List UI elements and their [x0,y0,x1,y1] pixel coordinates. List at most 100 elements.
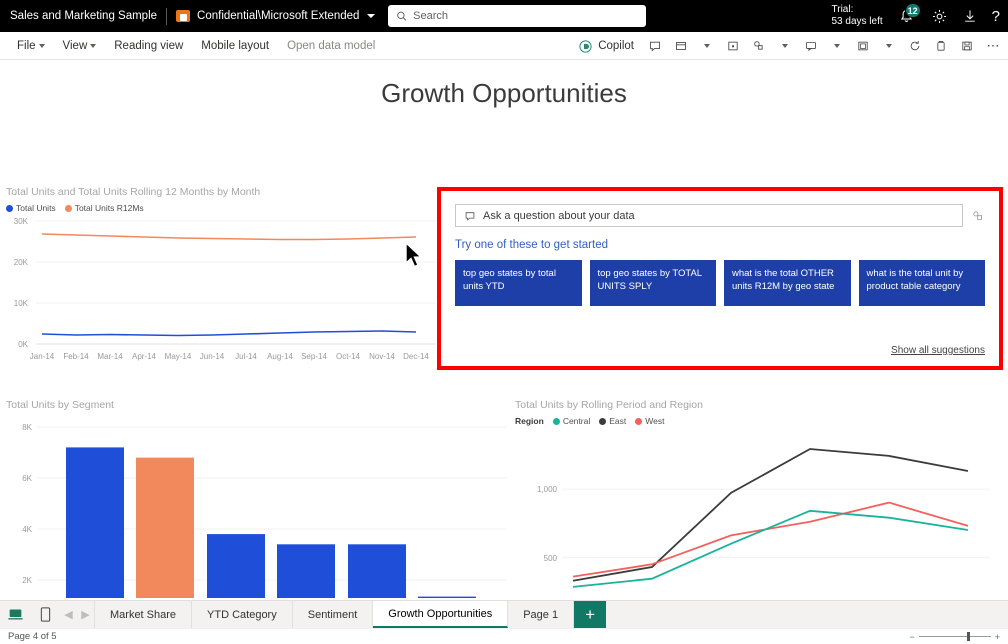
settings-button[interactable] [931,8,948,25]
chat-in-teams-button[interactable] [798,34,824,58]
zoom-control[interactable]: − + [909,629,1000,644]
command-bar-right: Copilot [570,32,1008,60]
subscribe-button[interactable] [850,34,876,58]
show-all-suggestions-link[interactable]: Show all suggestions [891,345,985,356]
menu-view[interactable]: View [54,34,106,58]
share-chevron[interactable] [772,34,798,58]
search-input[interactable] [413,10,638,22]
qna-placeholder: Ask a question about your data [483,210,635,222]
visual-total-units-rolling[interactable]: Total Units and Total Units Rolling 12 M… [6,186,438,376]
svg-text:Apr-14: Apr-14 [132,352,157,361]
zoom-out-button[interactable]: − [909,632,914,642]
qna-suggestion-2[interactable]: top geo states by TOTAL UNITS SPLY [590,260,717,306]
svg-text:2K: 2K [22,576,32,585]
tab-page-1[interactable]: Page 1 [508,601,574,628]
legend-title: Region [515,416,544,426]
svg-text:20K: 20K [14,258,29,267]
table-view-button[interactable] [668,34,694,58]
bar-youth[interactable] [348,544,406,598]
visual-title: Total Units by Segment [6,399,511,411]
more-options-button[interactable]: ⋯ [980,34,1006,58]
visual-title: Total Units and Total Units Rolling 12 M… [6,186,438,198]
qna-suggestion-4[interactable]: what is the total unit by product table … [859,260,986,306]
bar-regular[interactable] [418,597,476,598]
qna-question-input[interactable]: Ask a question about your data [455,204,963,227]
series-line-central [573,511,968,587]
y-axis: 1,000 500 [537,485,989,563]
mobile-layout-button[interactable] [30,601,60,628]
zoom-slider-thumb[interactable] [967,632,970,641]
help-button[interactable]: ? [992,8,1000,25]
search-box[interactable] [388,5,646,27]
more-icon: ⋯ [987,38,1000,54]
chat-chevron[interactable] [824,34,850,58]
svg-text:Dec-14: Dec-14 [403,352,429,361]
download-button[interactable] [962,8,978,24]
visual-total-units-by-segment[interactable]: Total Units by Segment 8K 6K 4K 2K 0K [6,399,511,598]
series-line-east [573,449,968,581]
zoom-slider[interactable] [919,636,991,637]
share-button[interactable] [746,34,772,58]
visual-total-units-by-region[interactable]: Total Units by Rolling Period and Region… [515,399,995,598]
search-icon [396,10,407,22]
qna-visual[interactable]: Ask a question about your data Try one o… [437,187,1003,370]
share-icon [752,39,766,53]
legend-swatch-icon [553,418,560,425]
status-bar: Page 4 of 5 − + [0,628,1008,643]
scroll-tabs-right-button[interactable]: ▶ [77,601,94,628]
add-page-button[interactable]: + [574,601,606,628]
legend-item[interactable]: Total Units R12Ms [65,203,144,213]
svg-text:4K: 4K [22,525,32,534]
bar-extreme[interactable] [136,458,194,598]
tab-sentiment[interactable]: Sentiment [293,601,374,628]
comment-button[interactable] [642,34,668,58]
qna-settings-icon[interactable] [971,209,985,223]
tab-market-share[interactable]: Market Share [94,601,192,628]
button-mobile-layout[interactable]: Mobile layout [192,34,278,58]
svg-text:0K: 0K [18,340,28,349]
svg-text:Mar-14: Mar-14 [97,352,123,361]
bookmark-button[interactable] [720,34,746,58]
legend-swatch-icon [635,418,642,425]
mouse-cursor-icon [404,242,426,272]
bar-productivity[interactable] [66,447,124,598]
series-line-total-units [42,331,416,336]
save-icon [960,39,974,53]
scroll-tabs-left-button[interactable]: ◀ [60,601,77,628]
legend-swatch-icon [65,205,72,212]
desktop-layout-button[interactable] [0,601,30,628]
bar-chart-plot: 8K 6K 4K 2K 0K Productivity Extreme Sele… [6,417,511,598]
visual-title: Total Units by Rolling Period and Region [515,399,995,411]
copilot-button[interactable]: Copilot [570,34,642,58]
bar-all-season[interactable] [277,544,335,598]
line-chart-plot: 30K 20K 10K 0K Jan-14 Feb-14 Mar-14 Apr-… [6,213,438,373]
refresh-button[interactable] [902,34,928,58]
qna-suggestion-1[interactable]: top geo states by total units YTD [455,260,582,306]
legend-item[interactable]: East [599,416,626,426]
sensitivity-label-button[interactable]: Confidential\Microsoft Extended [176,9,375,23]
notifications-button[interactable]: 12 [897,6,917,26]
qna-suggestion-3[interactable]: what is the total OTHER units R12M by ge… [724,260,851,306]
chevron-down-icon [834,44,840,48]
save-button[interactable] [954,34,980,58]
tab-growth-opportunities[interactable]: Growth Opportunities [373,601,508,628]
question-bubble-icon [464,210,476,222]
table-view-chevron[interactable] [694,34,720,58]
legend-item[interactable]: West [635,416,664,426]
table-view-icon [674,39,688,53]
qna-try-text: Try one of these to get started [455,239,985,251]
subscribe-chevron[interactable] [876,34,902,58]
button-reading-view[interactable]: Reading view [105,34,192,58]
bookmark-icon [726,39,740,53]
legend-item[interactable]: Central [553,416,590,426]
button-open-data-model[interactable]: Open data model [278,34,384,58]
bar-select[interactable] [207,534,265,598]
tab-ytd-category[interactable]: YTD Category [192,601,293,628]
legend: Total Units Total Units R12Ms [6,203,438,213]
menu-file[interactable]: File [8,34,54,58]
line-chart-plot: 1,000 500 P-05 P-04 P-03 P-02 P-01 P-00 [515,426,995,598]
svg-text:Jan-14: Jan-14 [30,352,55,361]
zoom-in-button[interactable]: + [995,632,1000,642]
delete-button[interactable] [928,34,954,58]
legend-item[interactable]: Total Units [6,203,56,213]
